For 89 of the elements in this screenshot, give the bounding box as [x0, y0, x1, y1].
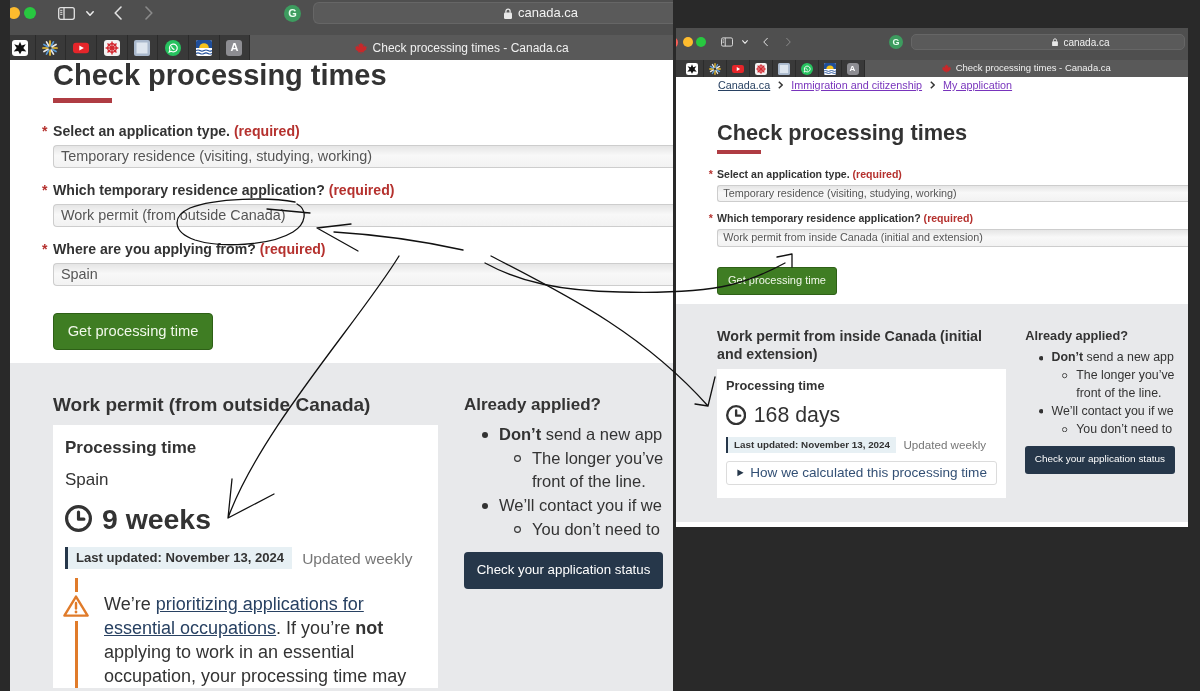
zoom-button[interactable]: [695, 37, 706, 47]
result-heading: Work permit (from outside Canada): [53, 392, 372, 417]
ring-bullet-icon: [1062, 373, 1068, 379]
list-item-text: You don’t need to: [1076, 420, 1172, 438]
breadcrumb-link[interactable]: My application: [943, 78, 1013, 92]
submit-button[interactable]: Get processing time: [53, 312, 213, 350]
aside-heading: Already applied?: [464, 393, 601, 416]
square-icon[interactable]: [134, 39, 151, 56]
select-field[interactable]: Work permit from inside Canada (initial and extension): [717, 229, 1188, 247]
list-item-text: Don’t send a new app: [1051, 349, 1174, 367]
flag-icon[interactable]: [823, 62, 836, 75]
minimize-button[interactable]: [10, 7, 20, 19]
notice-text: We’re prioritizing applications for essential occupations. If you’re not applying to work in an essential occupation, your processing time may: [104, 593, 408, 689]
select-field[interactable]: Temporary residence (visiting, studying, working): [717, 185, 1188, 203]
select-field[interactable]: Spain: [53, 262, 673, 286]
field-label: * Which temporary residence application? (required): [42, 180, 395, 200]
last-updated-label: Last updated: November 13, 2024: [726, 436, 896, 454]
play-icon[interactable]: [731, 62, 744, 75]
ring-bullet-icon: [513, 454, 521, 462]
lock-icon: [1052, 38, 1059, 46]
list-item-text: Don’t send a new app: [499, 423, 663, 445]
clock-icon: [726, 405, 747, 426]
breadcrumb-link[interactable]: Canada.ca: [718, 78, 771, 92]
warning-icon: [63, 595, 89, 618]
bullet-icon: [482, 431, 488, 438]
lock-icon: [504, 7, 512, 19]
bullet-icon: [1038, 409, 1044, 414]
sidebar-icon[interactable]: [58, 6, 75, 20]
splat-icon[interactable]: [686, 62, 698, 75]
chevron-right-icon: [778, 81, 784, 89]
list-item-text: We’ll contact you if we: [499, 495, 662, 517]
list-item-text: The longer you’ve front of the line.: [1076, 367, 1175, 402]
list-item-text: We’ll contact you if we: [1051, 402, 1174, 420]
chat-bubble-icon[interactable]: [165, 39, 182, 56]
sunburst-icon[interactable]: [708, 62, 721, 75]
snowflake-icon[interactable]: [103, 39, 120, 56]
chevron-right-icon: [930, 81, 936, 89]
duration-text: 168 days: [753, 402, 841, 430]
field-label: * Which temporary residence application? (required): [708, 211, 973, 227]
sidebar-icon[interactable]: [721, 37, 733, 47]
status-button[interactable]: Check your application status: [1025, 445, 1175, 474]
back-icon[interactable]: [763, 37, 768, 47]
sunburst-icon[interactable]: [42, 39, 59, 56]
select-field[interactable]: Temporary residence (visiting, studying, working): [53, 144, 673, 168]
list-item-text: You don’t need to: [532, 518, 660, 540]
minimize-button[interactable]: [683, 37, 693, 47]
details-toggle[interactable]: How we calculated this processing time: [726, 460, 997, 486]
select-field[interactable]: Work permit (from outside Canada): [53, 203, 673, 227]
back-icon[interactable]: [114, 6, 122, 20]
browser-tab[interactable]: Check processing times - Canada.ca: [250, 35, 673, 60]
snowflake-icon[interactable]: [754, 62, 767, 75]
result-heading: Work permit from inside Canada (initial and extension): [717, 326, 983, 363]
disclosure-triangle-icon: [736, 469, 744, 477]
ring-bullet-icon: [513, 526, 521, 534]
aside-heading: Already applied?: [1025, 326, 1128, 345]
card-title: Processing time: [726, 377, 825, 395]
chevron-down-icon[interactable]: [742, 40, 748, 44]
card-title: Processing time: [65, 436, 197, 459]
page-title: Check processing times: [53, 58, 387, 93]
field-label: * Select an application type. (required): [708, 167, 902, 183]
bullet-icon: [1038, 356, 1044, 361]
list-item-text: The longer you’ve front of the line.: [532, 447, 664, 493]
update-frequency: Updated weekly: [302, 548, 413, 569]
last-updated-label: Last updated: November 13, 2024: [65, 547, 293, 570]
zoom-button[interactable]: [24, 7, 36, 19]
update-frequency: Updated weekly: [903, 437, 987, 454]
flag-icon[interactable]: [195, 39, 212, 56]
maple-leaf-icon: [354, 41, 367, 54]
square-icon[interactable]: [777, 62, 790, 75]
chat-bubble-icon[interactable]: [800, 62, 813, 75]
submit-button[interactable]: Get processing time: [717, 266, 837, 295]
notice-link[interactable]: prioritizing applications for: [155, 594, 364, 615]
duration-text: 9 weeks: [102, 501, 211, 537]
field-label: * Select an application type. (required): [42, 121, 300, 141]
bullet-icon: [482, 502, 488, 509]
field-label: * Where are you applying from? (required): [42, 239, 326, 259]
notice-link[interactable]: essential occupations: [104, 618, 277, 639]
clock-icon: [65, 505, 92, 533]
status-button[interactable]: Check your application status: [464, 551, 663, 589]
splat-icon[interactable]: [12, 39, 28, 56]
breadcrumb-link[interactable]: Immigration and citizenship: [791, 78, 923, 92]
page-title: Check processing times: [717, 120, 968, 147]
ring-bullet-icon: [1062, 426, 1068, 433]
address-bar[interactable]: canada.ca: [313, 2, 673, 24]
address-bar[interactable]: canada.ca: [911, 34, 1185, 50]
chevron-down-icon[interactable]: [86, 10, 94, 16]
maple-leaf-icon: [941, 64, 951, 73]
location-text: Spain: [65, 468, 109, 491]
browser-tab[interactable]: Check processing times - Canada.ca: [864, 60, 1188, 77]
